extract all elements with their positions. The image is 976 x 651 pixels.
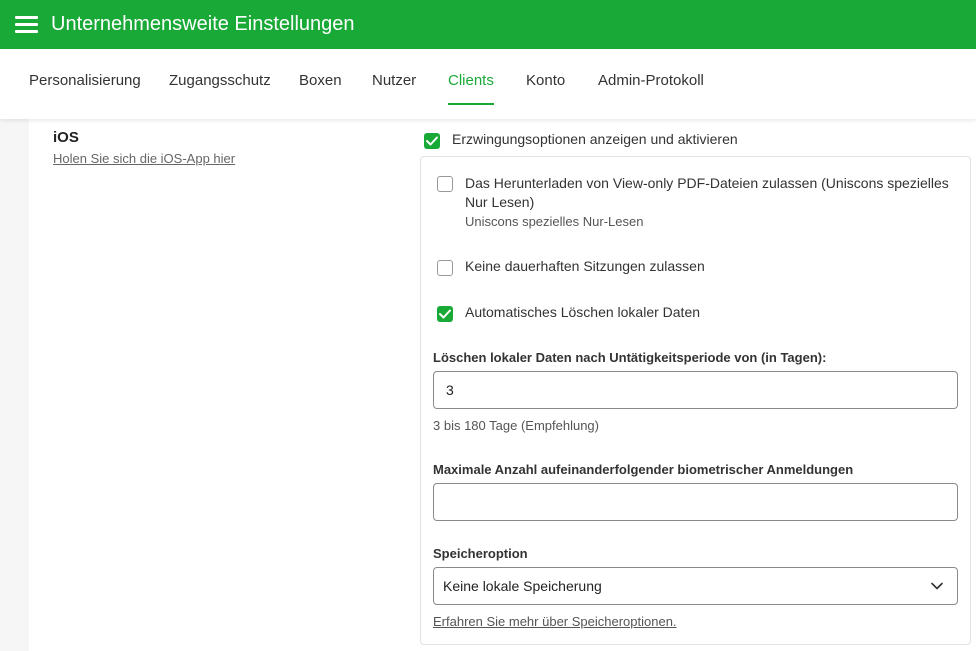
checkmark-icon	[426, 136, 438, 146]
inactivity-hint: 3 bis 180 Tage (Empfehlung)	[433, 418, 599, 433]
storage-option-value: Keine lokale Speicherung	[443, 578, 602, 594]
inactivity-days-input[interactable]: 3	[433, 371, 958, 409]
tab-personalisierung[interactable]: Personalisierung	[29, 72, 141, 89]
allow-viewonly-pdf-checkbox[interactable]	[437, 176, 453, 192]
tab-bar: Personalisierung Zugangsschutz Boxen Nut…	[0, 49, 976, 119]
allow-viewonly-pdf-label: Das Herunterladen von View-only PDF-Date…	[465, 175, 949, 191]
chevron-down-icon	[931, 582, 943, 590]
hamburger-menu-icon[interactable]	[15, 16, 38, 34]
auto-delete-local-data-label: Automatisches Löschen lokaler Daten	[465, 304, 701, 320]
no-persistent-sessions-checkbox[interactable]	[437, 260, 453, 276]
storage-option-select[interactable]: Keine lokale Speicherung	[433, 567, 958, 605]
allow-viewonly-pdf-sublabel: Uniscons spezielles Nur-Lesen	[465, 214, 644, 229]
no-persistent-sessions-label: Keine dauerhaften Sitzungen zulassen	[465, 258, 705, 274]
biometric-logins-label: Maximale Anzahl aufeinanderfolgender bio…	[433, 462, 854, 477]
active-tab-indicator	[448, 103, 494, 105]
tab-konto[interactable]: Konto	[526, 72, 565, 89]
section-title: iOS	[53, 129, 79, 146]
page-title: Unternehmensweite Einstellungen	[51, 13, 355, 35]
ios-app-link[interactable]: Holen Sie sich die iOS-App hier	[53, 151, 235, 166]
auto-delete-local-data-checkbox[interactable]	[437, 306, 453, 322]
storage-options-info-link[interactable]: Erfahren Sie mehr über Speicheroptionen.	[433, 614, 677, 629]
tab-nutzer[interactable]: Nutzer	[372, 72, 416, 89]
enforce-options-label: Erzwingungsoptionen anzeigen und aktivie…	[452, 131, 738, 147]
inactivity-period-label: Löschen lokaler Daten nach Untätigkeitsp…	[433, 350, 827, 365]
biometric-logins-input[interactable]	[433, 483, 958, 521]
tab-zugangsschutz[interactable]: Zugangsschutz	[169, 72, 271, 89]
tab-admin-protokoll[interactable]: Admin-Protokoll	[598, 72, 704, 89]
enforce-options-checkbox[interactable]	[424, 133, 440, 149]
top-bar: Unternehmensweite Einstellungen	[0, 0, 976, 49]
allow-viewonly-pdf-label-cont: Nur Lesen)	[465, 194, 535, 210]
checkmark-icon	[439, 309, 451, 319]
tab-boxen[interactable]: Boxen	[299, 72, 342, 89]
storage-option-label: Speicheroption	[433, 546, 528, 561]
tab-clients[interactable]: Clients	[448, 72, 494, 89]
